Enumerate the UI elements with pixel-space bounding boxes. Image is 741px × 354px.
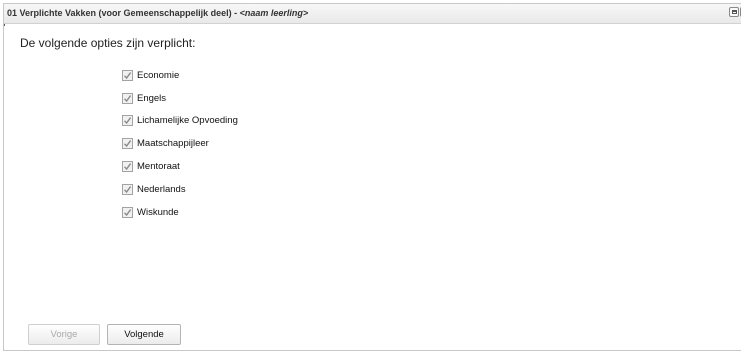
previous-button[interactable]: Vorige [28,324,100,345]
wizard-footer: Vorige Volgende [28,324,181,345]
option-economie: Economie [122,64,238,87]
checkmark-icon [123,186,132,193]
title-bar[interactable]: 01 Verplichte Vakken (voor Gemeenschappe… [4,4,741,24]
option-label: Wiskunde [137,206,179,218]
intro-text: De volgende opties zijn verplicht: [20,36,196,50]
checkbox-nederlands[interactable] [122,183,133,195]
checkmark-icon [123,163,132,171]
option-label: Nederlands [137,183,186,195]
mandatory-options-list: Economie Engels Lichamelijke Opvoeding M… [122,64,238,224]
window-title-text: 01 Verplichte Vakken (voor Gemeenschappe… [7,8,240,18]
option-label: Engels [137,92,167,104]
option-mentoraat: Mentoraat [122,155,238,178]
checkbox-economie[interactable] [122,69,133,81]
next-button[interactable]: Volgende [107,324,181,345]
checkbox-mentoraat[interactable] [122,161,133,173]
checkbox-wiskunde[interactable] [122,206,133,218]
option-lichamelijke-opvoeding: Lichamelijke Opvoeding [122,110,238,133]
option-wiskunde: Wiskunde [122,201,238,224]
option-label: Lichamelijke Opvoeding [137,115,238,127]
option-nederlands: Nederlands [122,178,238,201]
checkmark-icon [123,72,132,79]
wizard-window: 01 Verplichte Vakken (voor Gemeenschappe… [3,3,741,351]
option-label: Maatschappijleer [137,138,209,150]
restore-window-icon[interactable] [729,7,739,17]
checkbox-lichamelijke-opvoeding[interactable] [122,115,133,127]
student-name-placeholder: <naam leerling> [239,8,309,18]
option-maatschappijleer: Maatschappijleer [122,132,238,155]
checkmark-icon [123,140,132,148]
checkbox-engels[interactable] [122,92,133,104]
checkmark-icon [123,208,132,216]
checkmark-icon [123,117,132,125]
checkmark-icon [123,94,132,102]
option-engels: Engels [122,87,238,110]
window-title: 01 Verplichte Vakken (voor Gemeenschappe… [7,8,308,18]
checkbox-maatschappijleer[interactable] [122,138,133,150]
option-label: Mentoraat [137,161,180,173]
option-label: Economie [137,69,180,81]
